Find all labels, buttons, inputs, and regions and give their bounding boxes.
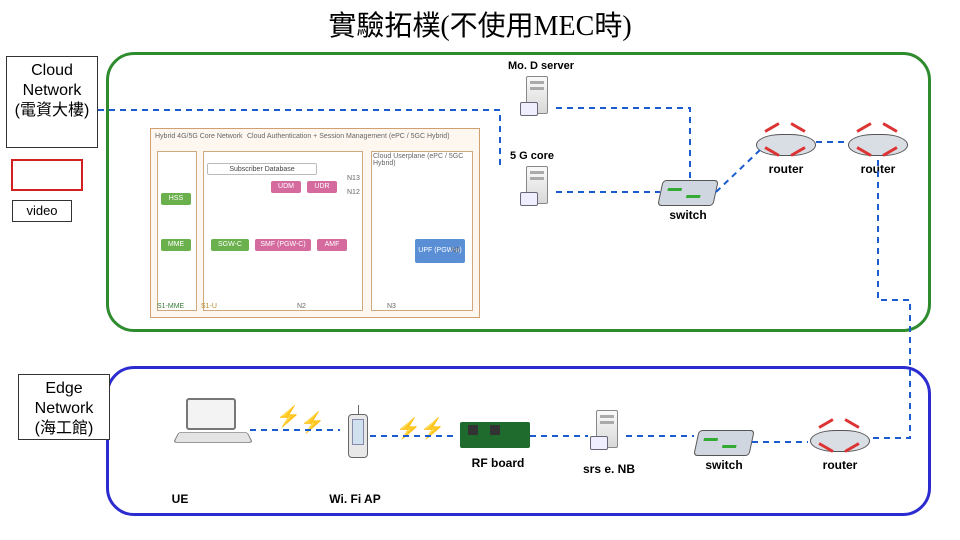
label-5g-core: 5 G core xyxy=(510,150,554,162)
core-arch-header-right: Cloud Authentication + Session Managemen… xyxy=(247,133,450,140)
5g-core-server-icon xyxy=(520,166,554,214)
chip-udm: UDM xyxy=(271,181,301,193)
rf-board-icon xyxy=(460,422,530,448)
label-rf-board: RF board xyxy=(468,456,528,470)
wireless-bolt-1-icon: ⚡ xyxy=(276,404,301,429)
wireless-bolt-3-icon: ⚡ xyxy=(396,416,421,441)
label-edge-router: router xyxy=(810,458,870,472)
if-n2: N2 xyxy=(297,303,306,310)
if-n3: N3 xyxy=(387,303,396,310)
if-n13: N13 xyxy=(347,175,360,182)
label-ue: UE xyxy=(160,492,200,506)
chip-udr: UDR xyxy=(307,181,337,193)
label-mod-server: Mo. D server xyxy=(508,60,574,72)
wifi-ap-icon xyxy=(348,414,368,458)
edge-network-label-box: Edge Network (海工館) xyxy=(18,374,110,440)
chip-hss: HSS xyxy=(161,193,191,205)
cloud-router-1-icon xyxy=(756,120,816,164)
cloud-network-label-box: Cloud Network (電資大樓) xyxy=(6,56,98,148)
core-arch-header-left: Hybrid 4G/5G Core Network xyxy=(155,133,243,140)
if-s1mme: S1-MME xyxy=(157,303,184,310)
if-s11: S1-U xyxy=(201,303,217,310)
srs-enb-server-icon xyxy=(590,410,624,458)
if-n12: N12 xyxy=(347,189,360,196)
wireless-bolt-2-icon: ⚡ xyxy=(300,410,325,435)
chip-subscriber-db: Subscriber Database xyxy=(207,163,317,175)
label-cloud-router-2: router xyxy=(848,162,908,176)
edge-switch-icon xyxy=(693,430,755,456)
chip-mme: MME xyxy=(161,239,191,251)
label-srs-enb: srs e. NB xyxy=(574,462,644,476)
label-edge-switch: switch xyxy=(696,458,752,472)
laptop-ue-icon xyxy=(176,398,250,448)
diagram-title: 實驗拓樸(不使用MEC時) xyxy=(0,4,960,44)
cloud-router-2-icon xyxy=(848,120,908,164)
mod-server-icon xyxy=(520,76,554,124)
label-wifi-ap: Wi. Fi AP xyxy=(320,492,390,506)
video-label-box: video xyxy=(12,200,72,222)
edge-router-icon xyxy=(810,416,870,460)
label-cloud-switch: switch xyxy=(660,208,716,222)
core-arch-col-right-header: Cloud Userplane (ePC / 5GC Hybrid) xyxy=(373,153,479,167)
if-n6: N6 xyxy=(451,247,460,254)
label-cloud-router-1: router xyxy=(756,162,816,176)
chip-sgwc: SGW-C xyxy=(211,239,249,251)
wireless-bolt-4-icon: ⚡ xyxy=(420,416,445,441)
cloud-switch-icon xyxy=(657,180,719,206)
chip-amf: AMF xyxy=(317,239,347,251)
chip-smf: SMF (PGW-C) xyxy=(255,239,311,251)
core-arch-panel: Hybrid 4G/5G Core Network Cloud Authenti… xyxy=(150,128,480,318)
